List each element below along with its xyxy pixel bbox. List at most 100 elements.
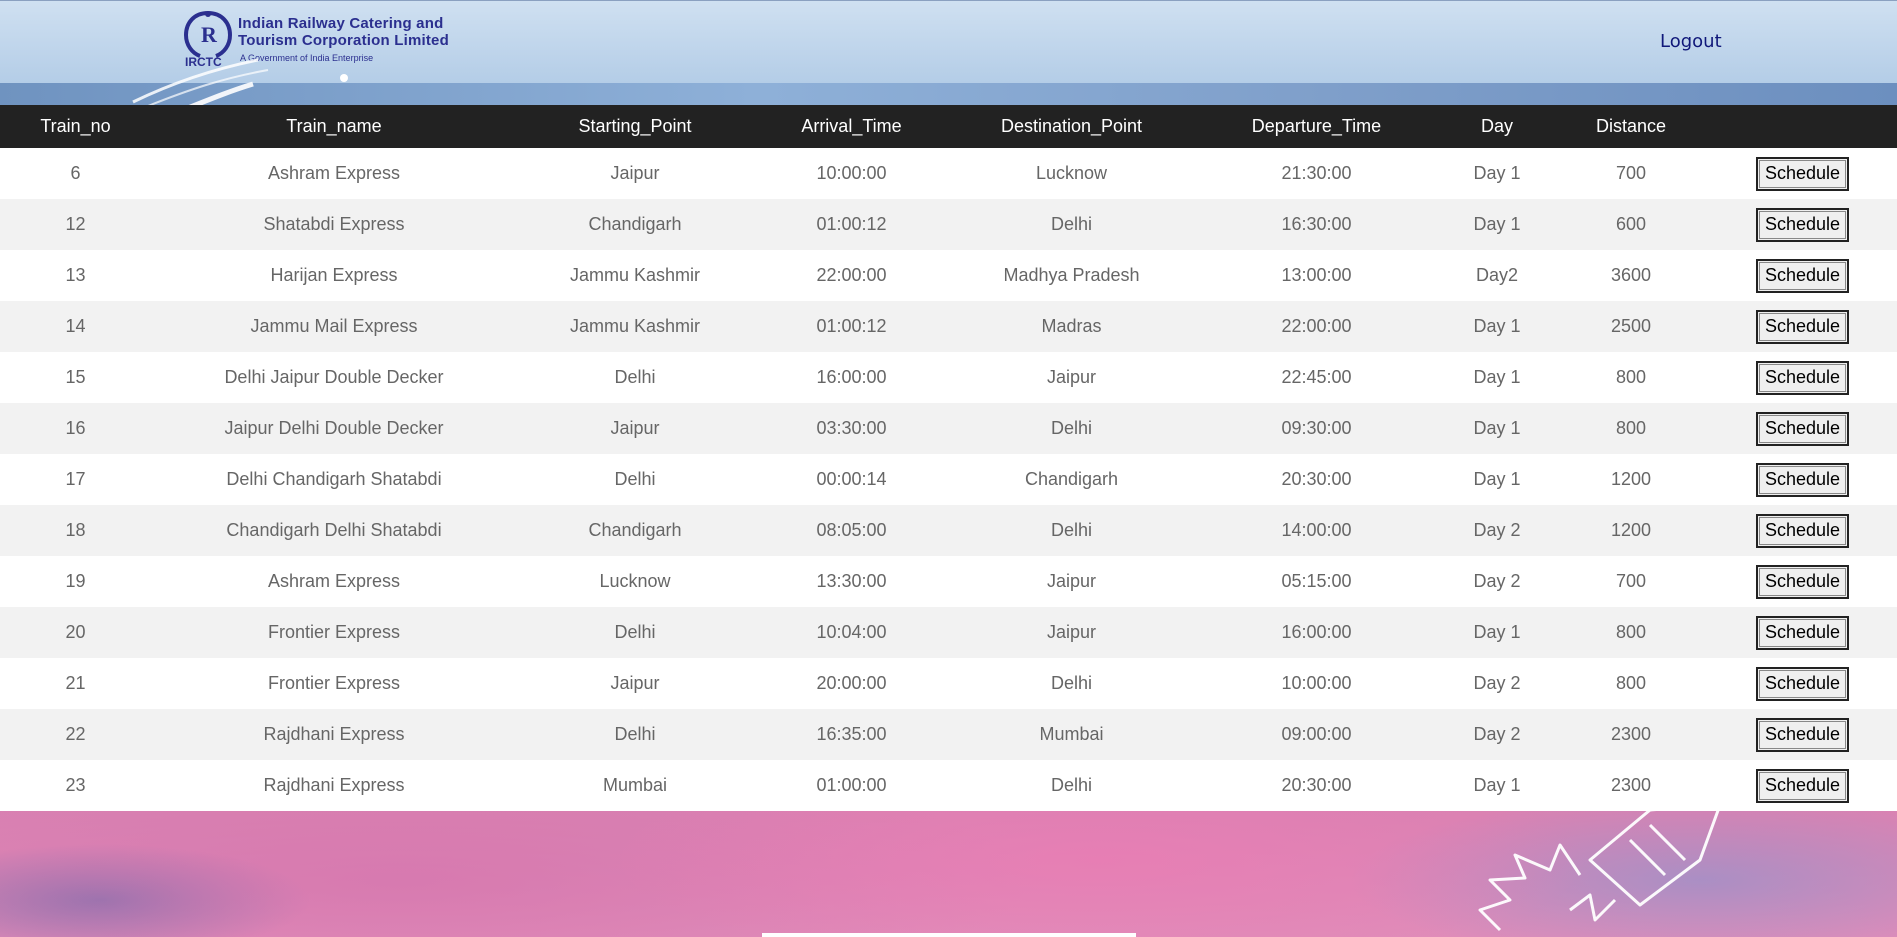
cell-departure-time: 14:00:00	[1193, 505, 1440, 556]
schedule-button[interactable]: Schedule	[1756, 360, 1849, 395]
cell-train-no: 20	[0, 607, 151, 658]
cell-train-no: 13	[0, 250, 151, 301]
schedule-button[interactable]: Schedule	[1756, 411, 1849, 446]
table-row: 6 Ashram Express Jaipur 10:00:00 Lucknow 21:3…	[0, 148, 1897, 199]
cell-departure-time: 13:00:00	[1193, 250, 1440, 301]
header-distance[interactable]: Distance	[1554, 105, 1708, 148]
cell-destination-point: Jaipur	[950, 607, 1193, 658]
cell-starting-point: Jammu Kashmir	[517, 250, 753, 301]
cell-train-name: Jaipur Delhi Double Decker	[151, 403, 517, 454]
cell-destination-point: Chandigarh	[950, 454, 1193, 505]
cell-actions: Schedule	[1708, 148, 1897, 199]
cell-train-name: Delhi Jaipur Double Decker	[151, 352, 517, 403]
schedule-button[interactable]: Schedule	[1756, 615, 1849, 650]
cell-distance: 700	[1554, 148, 1708, 199]
schedule-button[interactable]: Schedule	[1756, 513, 1849, 548]
logout-link[interactable]: Logout	[1660, 31, 1722, 52]
cell-departure-time: 20:30:00	[1193, 760, 1440, 811]
trains-table-body: 6 Ashram Express Jaipur 10:00:00 Lucknow 21:3…	[0, 148, 1897, 811]
cell-actions: Schedule	[1708, 607, 1897, 658]
cell-train-name: Chandigarh Delhi Shatabdi	[151, 505, 517, 556]
cell-train-no: 21	[0, 658, 151, 709]
cell-departure-time: 05:15:00	[1193, 556, 1440, 607]
cell-train-name: Ashram Express	[151, 148, 517, 199]
swoosh-decoration-icon	[132, 58, 348, 110]
cell-actions: Schedule	[1708, 301, 1897, 352]
cell-train-name: Shatabdi Express	[151, 199, 517, 250]
cell-arrival-time: 16:35:00	[753, 709, 950, 760]
cell-destination-point: Jaipur	[950, 556, 1193, 607]
cell-arrival-time: 22:00:00	[753, 250, 950, 301]
cell-destination-point: Madras	[950, 301, 1193, 352]
cell-train-name: Jammu Mail Express	[151, 301, 517, 352]
schedule-button[interactable]: Schedule	[1756, 564, 1849, 599]
cell-departure-time: 20:30:00	[1193, 454, 1440, 505]
cell-distance: 800	[1554, 403, 1708, 454]
cell-starting-point: Jaipur	[517, 658, 753, 709]
cell-day: Day 1	[1440, 148, 1554, 199]
schedule-button[interactable]: Schedule	[1756, 717, 1849, 752]
cell-train-name: Rajdhani Express	[151, 760, 517, 811]
cell-actions: Schedule	[1708, 454, 1897, 505]
cell-train-no: 22	[0, 709, 151, 760]
cell-arrival-time: 10:04:00	[753, 607, 950, 658]
cell-day: Day 1	[1440, 607, 1554, 658]
cell-train-name: Delhi Chandigarh Shatabdi	[151, 454, 517, 505]
cell-train-name: Frontier Express	[151, 658, 517, 709]
cell-starting-point: Delhi	[517, 454, 753, 505]
table-row: 15 Delhi Jaipur Double Decker Delhi 16:00:0…	[0, 352, 1897, 403]
table-header-row: Train_no Train_name Starting_Point Arriv…	[0, 105, 1897, 148]
header-train-name[interactable]: Train_name	[151, 105, 517, 148]
cell-starting-point: Jaipur	[517, 403, 753, 454]
cell-arrival-time: 08:05:00	[753, 505, 950, 556]
header-destination-point[interactable]: Destination_Point	[950, 105, 1193, 148]
trains-table: Train_no Train_name Starting_Point Arriv…	[0, 105, 1897, 811]
cell-starting-point: Delhi	[517, 352, 753, 403]
cell-day: Day 2	[1440, 505, 1554, 556]
cell-day: Day 2	[1440, 709, 1554, 760]
schedule-button[interactable]: Schedule	[1756, 156, 1849, 191]
schedule-button[interactable]: Schedule	[1756, 768, 1849, 803]
cell-destination-point: Madhya Pradesh	[950, 250, 1193, 301]
cell-departure-time: 16:00:00	[1193, 607, 1440, 658]
cell-arrival-time: 13:30:00	[753, 556, 950, 607]
cell-day: Day 1	[1440, 301, 1554, 352]
cell-distance: 1200	[1554, 505, 1708, 556]
cell-departure-time: 10:00:00	[1193, 658, 1440, 709]
table-row: 22 Rajdhani Express Delhi 16:35:00 Mumbai 09:…	[0, 709, 1897, 760]
cell-train-name: Frontier Express	[151, 607, 517, 658]
table-row: 12 Shatabdi Express Chandigarh 01:00:12 Delh…	[0, 199, 1897, 250]
cell-day: Day 2	[1440, 556, 1554, 607]
cell-day: Day 1	[1440, 199, 1554, 250]
cell-starting-point: Delhi	[517, 607, 753, 658]
cell-starting-point: Lucknow	[517, 556, 753, 607]
schedule-button[interactable]: Schedule	[1756, 462, 1849, 497]
cell-arrival-time: 20:00:00	[753, 658, 950, 709]
cell-departure-time: 21:30:00	[1193, 148, 1440, 199]
cell-train-no: 17	[0, 454, 151, 505]
header-train-no[interactable]: Train_no	[0, 105, 151, 148]
header-arrival-time[interactable]: Arrival_Time	[753, 105, 950, 148]
cell-train-name: Ashram Express	[151, 556, 517, 607]
header-day[interactable]: Day	[1440, 105, 1554, 148]
cell-actions: Schedule	[1708, 556, 1897, 607]
schedule-button[interactable]: Schedule	[1756, 666, 1849, 701]
cell-day: Day 1	[1440, 454, 1554, 505]
cell-day: Day2	[1440, 250, 1554, 301]
cell-train-name: Rajdhani Express	[151, 709, 517, 760]
header-starting-point[interactable]: Starting_Point	[517, 105, 753, 148]
cell-arrival-time: 01:00:12	[753, 199, 950, 250]
cell-destination-point: Delhi	[950, 199, 1193, 250]
schedule-button[interactable]: Schedule	[1756, 258, 1849, 293]
header-departure-time[interactable]: Departure_Time	[1193, 105, 1440, 148]
schedule-button[interactable]: Schedule	[1756, 207, 1849, 242]
schedule-button[interactable]: Schedule	[1756, 309, 1849, 344]
table-row: 21 Frontier Express Jaipur 20:00:00 Delhi 10:…	[0, 658, 1897, 709]
cell-starting-point: Chandigarh	[517, 505, 753, 556]
table-row: 13 Harijan Express Jammu Kashmir 22:00:00 Ma…	[0, 250, 1897, 301]
cell-starting-point: Delhi	[517, 709, 753, 760]
cell-destination-point: Lucknow	[950, 148, 1193, 199]
cell-distance: 2300	[1554, 760, 1708, 811]
cell-day: Day 1	[1440, 352, 1554, 403]
cell-train-no: 23	[0, 760, 151, 811]
